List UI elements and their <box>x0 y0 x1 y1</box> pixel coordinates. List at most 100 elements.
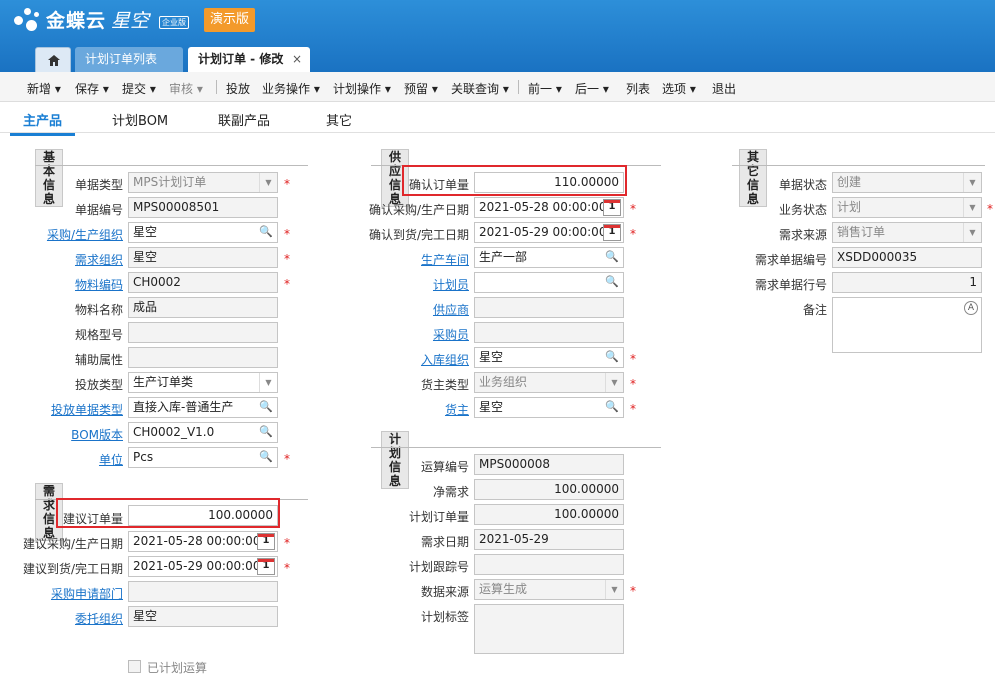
field-label-unit[interactable]: 单位 <box>99 451 123 468</box>
release-bill-type-field[interactable]: 直接入库-普通生产 🔍 <box>128 397 278 418</box>
confirm-purchase-date-field[interactable]: 2021-05-28 00:00:00 1 <box>474 197 624 218</box>
calendar-icon[interactable]: 1 <box>257 558 275 575</box>
field-label-material-code[interactable]: 物料编码 <box>75 276 123 293</box>
confirm-arrival-date-field[interactable]: 2021-05-29 00:00:00 1 <box>474 222 624 243</box>
plan-qty-field[interactable]: 100.00000 <box>474 504 624 525</box>
plan-ops-button[interactable]: 计划操作 ▾ <box>333 80 391 97</box>
plan-tag-field[interactable] <box>474 604 624 654</box>
audit-button[interactable]: 审核 ▾ <box>169 80 203 97</box>
field-label-entrust-org[interactable]: 委托组织 <box>75 610 123 627</box>
field-value: 创建 <box>837 175 862 189</box>
options-button[interactable]: 选项 ▾ <box>662 80 696 97</box>
reserve-button[interactable]: 预留 ▾ <box>404 80 438 97</box>
tab-other[interactable]: 其它 <box>326 110 352 129</box>
field-label-demand-org[interactable]: 需求组织 <box>75 251 123 268</box>
field-label-workshop[interactable]: 生产车间 <box>421 251 469 268</box>
search-icon[interactable]: 🔍 <box>605 275 619 289</box>
field-label-release-bill-type[interactable]: 投放单据类型 <box>51 401 123 418</box>
field-value: 销售订单 <box>837 225 886 239</box>
planned-checkbox[interactable] <box>128 660 141 673</box>
owner-type-select[interactable]: 业务组织 ▼ <box>474 372 624 393</box>
demand-bill-no-field[interactable]: XSDD000035 <box>832 247 982 268</box>
calendar-icon[interactable]: 1 <box>603 224 621 241</box>
purchase-org-field[interactable]: 星空 🔍 <box>128 222 278 243</box>
linked-query-button[interactable]: 关联查询 ▾ <box>451 80 509 97</box>
workshop-field[interactable]: 生产一部 🔍 <box>474 247 624 268</box>
field-label-stock-org[interactable]: 入库组织 <box>421 351 469 368</box>
suggested-qty-field[interactable]: 100.00000 <box>128 505 278 526</box>
field-label-calc-no: 运算编号 <box>420 460 469 474</box>
unit-field[interactable]: Pcs 🔍 <box>128 447 278 468</box>
demand-date-field[interactable]: 2021-05-29 <box>474 529 624 550</box>
search-icon[interactable]: 🔍 <box>605 350 619 364</box>
field-label-demand-source: 需求来源 <box>778 228 827 242</box>
bill-no-field[interactable]: MPS00008501 <box>128 197 278 218</box>
multilang-icon[interactable]: A <box>964 301 978 315</box>
demo-button[interactable]: 演示版 <box>204 8 255 32</box>
section-title: 计划信息 <box>381 431 410 489</box>
buyer-field[interactable] <box>474 322 624 343</box>
calc-no-field[interactable]: MPS000008 <box>474 454 624 475</box>
bill-status-select[interactable]: 创建 ▼ <box>832 172 982 193</box>
material-code-field[interactable]: CH0002 <box>128 272 278 293</box>
supplier-field[interactable] <box>474 297 624 318</box>
calendar-icon[interactable]: 1 <box>257 533 275 550</box>
spec-field[interactable] <box>128 322 278 343</box>
suggested-purchase-date-field[interactable]: 2021-05-28 00:00:00 1 <box>128 531 278 552</box>
search-icon[interactable]: 🔍 <box>259 225 273 239</box>
tab-plan-order-list[interactable]: 计划订单列表 <box>75 47 183 72</box>
field-label-purchase-request-dept[interactable]: 采购申请部门 <box>51 585 123 602</box>
release-button[interactable]: 投放 <box>226 80 250 97</box>
suggested-arrival-date-field[interactable]: 2021-05-29 00:00:00 1 <box>128 556 278 577</box>
remark-textarea[interactable]: A <box>832 297 982 353</box>
field-label-purchase-org[interactable]: 采购/生产组织 <box>47 226 123 243</box>
demand-source-select[interactable]: 销售订单 ▼ <box>832 222 982 243</box>
submit-button[interactable]: 提交 ▾ <box>122 80 156 97</box>
field-value: XSDD000035 <box>837 250 918 264</box>
tab-plan-bom[interactable]: 计划BOM <box>112 110 168 129</box>
search-icon[interactable]: 🔍 <box>259 450 273 464</box>
previous-button[interactable]: 前一 ▾ <box>528 80 562 97</box>
aux-prop-field[interactable] <box>128 347 278 368</box>
list-button[interactable]: 列表 <box>626 80 650 97</box>
field-label-owner[interactable]: 货主 <box>445 401 469 418</box>
close-icon[interactable]: × <box>292 47 302 72</box>
planner-field[interactable]: 🔍 <box>474 272 624 293</box>
business-status-select[interactable]: 计划 ▼ <box>832 197 982 218</box>
net-demand-field[interactable]: 100.00000 <box>474 479 624 500</box>
tab-co-products[interactable]: 联副产品 <box>218 110 270 129</box>
demand-org-field[interactable]: 星空 <box>128 247 278 268</box>
new-button[interactable]: 新增 ▾ <box>27 80 61 97</box>
next-button[interactable]: 后一 ▾ <box>575 80 609 97</box>
field-label-bom-version[interactable]: BOM版本 <box>71 426 123 443</box>
required-mark: * <box>987 202 993 216</box>
search-icon[interactable]: 🔍 <box>259 425 273 439</box>
field-label-buyer[interactable]: 采购员 <box>433 326 469 343</box>
demand-line-no-field[interactable]: 1 <box>832 272 982 293</box>
bill-type-select[interactable]: MPS计划订单 ▼ <box>128 172 278 193</box>
field-label-supplier[interactable]: 供应商 <box>433 301 469 318</box>
tab-plan-order-edit[interactable]: 计划订单 - 修改 × <box>188 47 310 72</box>
data-source-select[interactable]: 运算生成 ▼ <box>474 579 624 600</box>
stock-org-field[interactable]: 星空 🔍 <box>474 347 624 368</box>
field-value: 星空 <box>133 609 158 623</box>
bom-version-field[interactable]: CH0002_V1.0 🔍 <box>128 422 278 443</box>
owner-field[interactable]: 星空 🔍 <box>474 397 624 418</box>
tab-home[interactable] <box>35 47 71 72</box>
tracking-no-field[interactable] <box>474 554 624 575</box>
app-header: 金蝶云 星空 企业版 演示版 计划订单列表 计划订单 - 修改 × <box>0 0 995 72</box>
search-icon[interactable]: 🔍 <box>259 400 273 414</box>
entrust-org-field[interactable]: 星空 <box>128 606 278 627</box>
tab-main-product[interactable]: 主产品 <box>10 110 76 136</box>
field-label-planner[interactable]: 计划员 <box>433 276 469 293</box>
confirm-qty-field[interactable]: 110.00000 <box>474 172 624 193</box>
search-icon[interactable]: 🔍 <box>605 400 619 414</box>
search-icon[interactable]: 🔍 <box>605 250 619 264</box>
business-ops-button[interactable]: 业务操作 ▾ <box>262 80 320 97</box>
exit-button[interactable]: 退出 <box>712 80 736 97</box>
calendar-icon[interactable]: 1 <box>603 199 621 216</box>
material-name-field[interactable]: 成品 <box>128 297 278 318</box>
purchase-request-dept-field[interactable] <box>128 581 278 602</box>
save-button[interactable]: 保存 ▾ <box>75 80 109 97</box>
release-type-select[interactable]: 生产订单类 ▼ <box>128 372 278 393</box>
